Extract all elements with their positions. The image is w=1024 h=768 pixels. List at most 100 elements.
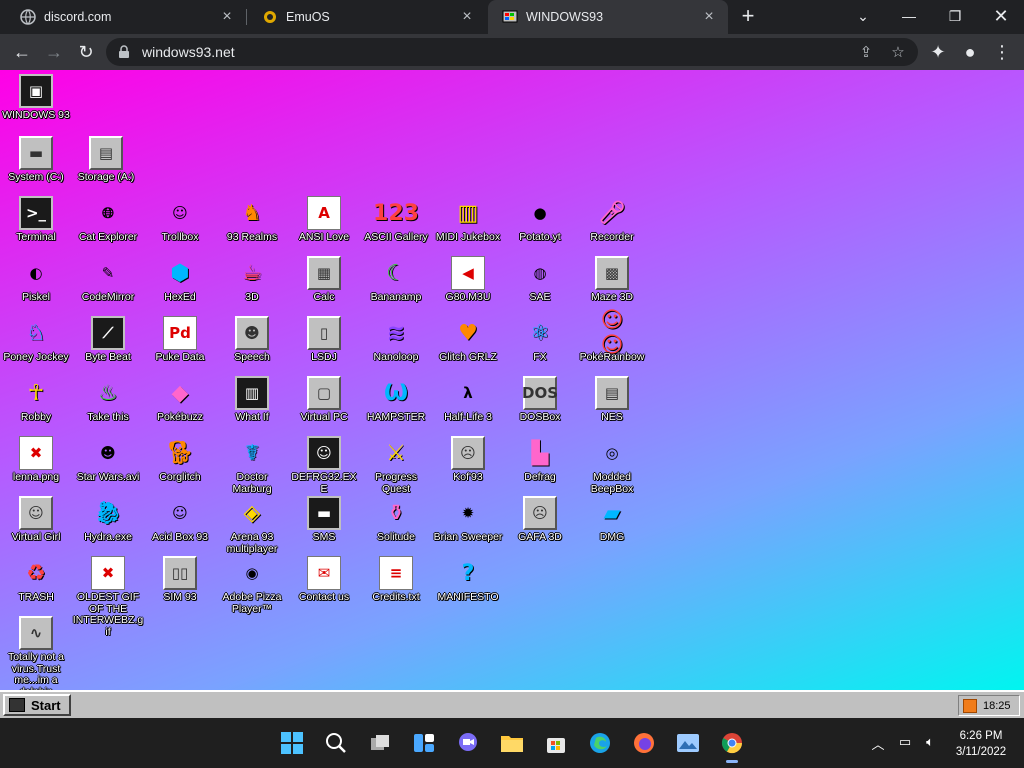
desktop-icon[interactable]: λ Half-Life 3 xyxy=(432,376,504,424)
desktop-icon[interactable]: ☺ Virtual Girl xyxy=(0,496,72,544)
chat-icon[interactable] xyxy=(452,727,484,759)
reload-button[interactable]: ↻ xyxy=(72,38,100,66)
desktop-icon[interactable]: ▦ Calc xyxy=(288,256,360,304)
desktop-icon[interactable]: ? MANIFESTO xyxy=(432,556,504,604)
desktop-icon[interactable]: ▢ Virtual PC xyxy=(288,376,360,424)
close-icon[interactable]: × xyxy=(700,8,718,26)
close-icon[interactable]: × xyxy=(218,8,236,26)
desktop-icon[interactable]: ☺ DEFRG32.EXE xyxy=(288,436,360,495)
desktop-icon[interactable]: ◍ SAE xyxy=(504,256,576,304)
desktop-icon[interactable]: ☻ Star Wars.avi xyxy=(72,436,144,484)
share-icon[interactable]: ⇪ xyxy=(854,40,878,64)
store-icon[interactable] xyxy=(540,727,572,759)
desktop-icon[interactable]: ▙ Defrag xyxy=(504,436,576,484)
desktop-icon[interactable]: ☹ Kof'93 xyxy=(432,436,504,484)
close-window-button[interactable]: ✕ xyxy=(978,0,1024,32)
desktop-icon[interactable]: ▩ Maze 3D xyxy=(576,256,648,304)
desktop-icon[interactable]: ≡ Credits.txt xyxy=(360,556,432,604)
desktop-icon[interactable]: ♘ Poney Jockey xyxy=(0,316,72,364)
widgets-icon[interactable] xyxy=(408,727,440,759)
rss-icon[interactable] xyxy=(963,698,977,713)
desktop-icon[interactable]: 🌐︎ Cat Explorer xyxy=(72,196,144,244)
desktop-icon[interactable]: 123 ASCII Gallery xyxy=(360,196,432,244)
desktop-icon[interactable]: ◀ G80.M3U xyxy=(432,256,504,304)
desktop-icon[interactable]: ∿Totally not a virus.Trust me...im a dol… xyxy=(0,616,72,690)
desktop-icon[interactable]: A ANSI Love xyxy=(288,196,360,244)
forward-button[interactable]: → xyxy=(40,38,68,66)
desktop-icon[interactable]: 🎤︎ Recorder xyxy=(576,196,648,244)
desktop-icon[interactable]: ☻ Speech xyxy=(216,316,288,364)
desktop-icon[interactable]: Pd Puke Data xyxy=(144,316,216,364)
close-icon[interactable]: × xyxy=(458,8,476,26)
desktop-icon[interactable]: 🐕︎ Corglitch xyxy=(144,436,216,484)
menu-icon[interactable]: ⋮ xyxy=(988,38,1016,66)
volume-icon[interactable]: 🔈︎ xyxy=(920,734,940,752)
desktop-icon[interactable]: ☺ Trollbox xyxy=(144,196,216,244)
new-tab-button[interactable]: + xyxy=(736,5,760,29)
photos-icon[interactable] xyxy=(672,727,704,759)
desktop-icon[interactable]: >_ Terminal xyxy=(0,196,72,244)
tab-discord[interactable]: discord.com × xyxy=(6,0,246,34)
desktop-icon[interactable]: ◎ Modded BeepBox xyxy=(576,436,648,495)
desktop-icon[interactable]: ♨︎ Take this xyxy=(72,376,144,424)
desktop-icon[interactable]: ♥ Glitch GRLZ xyxy=(432,316,504,364)
desktop-icon[interactable]: ✖ OLDEST GIF OF THE INTERWEBZ.gif xyxy=(72,556,144,638)
desktop-icon[interactable]: ▬ SMS xyxy=(288,496,360,544)
desktop-icon[interactable]: ▤ NES xyxy=(576,376,648,424)
desktop-icon[interactable]: 🐉︎ Hydra.exe xyxy=(72,496,144,544)
star-icon[interactable]: ☆ xyxy=(886,40,910,64)
edge-icon[interactable] xyxy=(584,727,616,759)
desktop-icon[interactable]: ⚱︎ Solitude xyxy=(360,496,432,544)
tab-windows93[interactable]: WINDOWS93 × xyxy=(488,0,728,34)
start-button[interactable]: Start xyxy=(3,694,71,716)
desktop-icon[interactable]: ✹ Brian Sweeper xyxy=(432,496,504,544)
minimize-button[interactable]: — xyxy=(886,0,932,32)
desktop-icon[interactable]: ✎ CodeMirror xyxy=(72,256,144,304)
desktop-icon[interactable]: ☤ Doctor Marburg xyxy=(216,436,288,495)
chevron-down-icon[interactable]: ⌄ xyxy=(840,0,886,32)
desktop-icon[interactable]: ☺☺ PokéRainbow xyxy=(576,308,648,364)
desktop-icon[interactable]: ◈ Arena 93 multiplayer xyxy=(216,496,288,555)
desktop-icon[interactable]: ✖ lenna.png xyxy=(0,436,72,484)
desktop-icon[interactable]: ▥ MIDI Jukebox xyxy=(432,196,504,244)
chrome-icon[interactable] xyxy=(716,727,748,763)
folder-icon[interactable] xyxy=(496,727,528,759)
profile-icon[interactable]: ● xyxy=(956,38,984,66)
desktop-icon[interactable]: DOS DOSBox xyxy=(504,376,576,424)
back-button[interactable]: ← xyxy=(8,38,36,66)
desktop-icon[interactable]: ▬ System (C:) xyxy=(0,136,72,184)
desktop-icon[interactable]: ☾ Bananamp xyxy=(360,256,432,304)
desktop-icon[interactable]: ♞ 93 Realms xyxy=(216,196,288,244)
desktop-icon[interactable]: ☥ Robby xyxy=(0,376,72,424)
desktop-icon[interactable]: ◆ Pokébuzz xyxy=(144,376,216,424)
task-view-icon[interactable] xyxy=(364,727,396,759)
chevron-up-icon[interactable]: ︿ xyxy=(868,734,888,752)
desktop-icon[interactable]: ⟋ Byte Beat xyxy=(72,316,144,364)
desktop-icon[interactable]: ◐ Piskel xyxy=(0,256,72,304)
search-icon[interactable] xyxy=(320,727,352,759)
desktop-icon[interactable]: ≋ Nanoloop xyxy=(360,316,432,364)
system-clock[interactable]: 6:26 PM 3/11/2022 xyxy=(946,728,1016,760)
desktop-icon[interactable]: ▤ Storage (A:) xyxy=(70,136,142,184)
desktop-icon[interactable]: ⚛︎ FX xyxy=(504,316,576,364)
desktop-icon[interactable]: ☹ GAFA 3D xyxy=(504,496,576,544)
desktop-icon[interactable]: ▯▯ SIM 93 xyxy=(144,556,216,604)
windows-start-icon[interactable] xyxy=(276,727,308,759)
desktop-icon[interactable]: ✉︎ Contact us xyxy=(288,556,360,604)
restore-button[interactable]: ❐ xyxy=(932,0,978,32)
desktop-icon[interactable]: ◉ Adobe Pizza Player™ xyxy=(216,556,288,615)
desktop-icon[interactable]: Ѡ HAMPSTER xyxy=(360,376,432,424)
extensions-icon[interactable]: ✦ xyxy=(924,38,952,66)
desktop-icon[interactable]: ♻︎ TRASH xyxy=(0,556,72,604)
network-icon[interactable]: ▭ xyxy=(895,734,915,752)
desktop-icon[interactable]: ● Potato.yt xyxy=(504,196,576,244)
desktop-icon[interactable]: ⚔︎ Progress Quest xyxy=(360,436,432,495)
tab-emuos[interactable]: EmuOS × xyxy=(248,0,486,34)
desktop-icon[interactable]: ▰ DMG xyxy=(576,496,648,544)
firefox-icon[interactable] xyxy=(628,727,660,759)
desktop-icon[interactable]: ▯ LSDJ xyxy=(288,316,360,364)
address-bar[interactable]: windows93.net ⇪ ☆ xyxy=(106,38,918,66)
desktop-icon[interactable]: ⬢ HexEd xyxy=(144,256,216,304)
desktop-icon[interactable]: ☕︎ 3D xyxy=(216,256,288,304)
desktop-icon[interactable]: ▥ What If xyxy=(216,376,288,424)
